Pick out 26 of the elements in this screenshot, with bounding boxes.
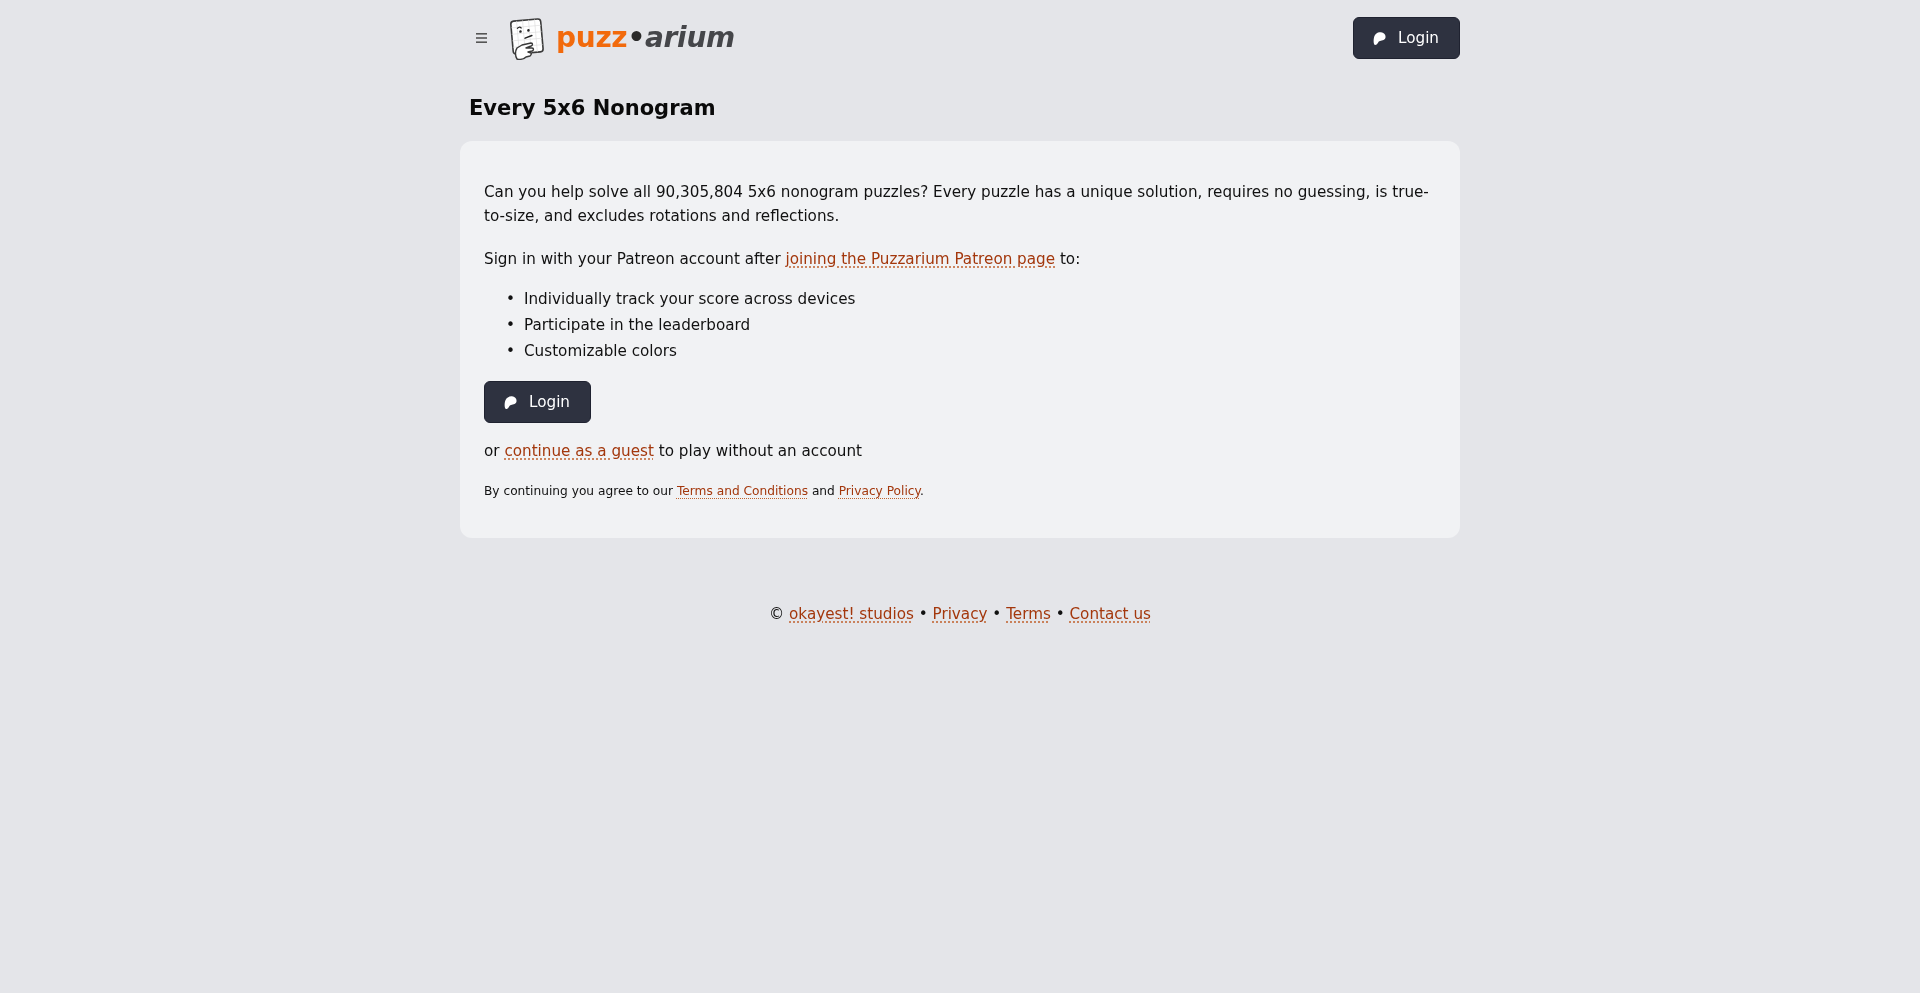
footer-link[interactable]: Contact us <box>1069 605 1151 624</box>
page-title: Every 5x6 Nonogram <box>469 96 716 122</box>
list-bullet: • <box>506 289 516 311</box>
inline-link[interactable]: joining the Puzzarium Patreon page <box>785 250 1056 269</box>
inline-link[interactable]: Terms and Conditions <box>676 484 808 499</box>
feature-text: Participate in the leaderboard <box>524 315 751 337</box>
thinking-tile-icon[interactable] <box>508 16 546 60</box>
intro-paragraph: Sign in with your Patreon account after joining the Puzzarium Patreon page to: <box>484 249 1082 271</box>
logo-text[interactable]: puzz•arium <box>556 21 735 55</box>
list-bullet: • <box>506 315 516 337</box>
feature-text: Individually track your score across devices <box>524 289 856 311</box>
intro-paragraph: Can you help solve all 90,305,804 5x6 nonogram puzzles? Every puzzle has a unique solution, requires no guessing, is true-to-size, and excludes rotations and reflections. <box>484 182 1430 228</box>
footer-text: © okayest! studios • Privacy • Terms • Contact us <box>769 605 1151 624</box>
login-button[interactable]: Login <box>1353 17 1460 59</box>
legal-note: By continuing you agree to our Terms and Conditions and Privacy Policy. <box>484 483 925 501</box>
inline-link[interactable]: continue as a guest <box>504 442 654 461</box>
blob-icon <box>1373 31 1386 45</box>
login-button[interactable]: Login <box>484 381 591 424</box>
blob-icon <box>504 395 517 409</box>
list-bullet: • <box>506 341 516 363</box>
menu-icon[interactable] <box>476 33 487 43</box>
guest-sentence: or continue as a guest to play without an account <box>484 441 863 463</box>
footer-link[interactable]: okayest! studios <box>789 605 914 624</box>
footer-link[interactable]: Privacy <box>932 605 988 624</box>
footer-link[interactable]: Terms <box>1006 605 1051 624</box>
feature-text: Customizable colors <box>524 341 678 363</box>
